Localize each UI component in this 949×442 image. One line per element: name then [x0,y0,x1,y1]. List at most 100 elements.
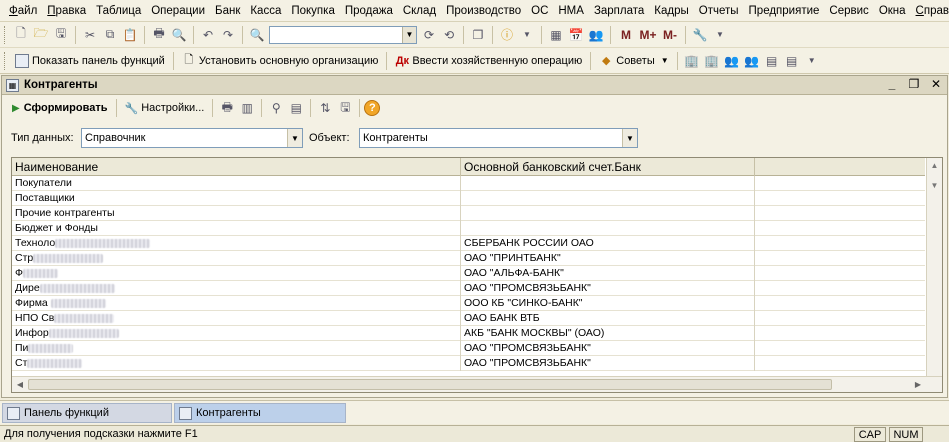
menu-item[interactable]: Сервис [824,5,873,17]
table-row[interactable]: Стр ОАО "ПРИНТБАНК" [12,251,925,266]
sort-icon[interactable]: ⇅ [315,98,335,118]
table-row[interactable]: Бюджет и Фонды [12,221,925,236]
menu-item[interactable]: Касса [245,5,286,17]
table-row[interactable]: Ф ОАО "АЛЬФА-БАНК" [12,266,925,281]
menu-item[interactable]: Справка [911,5,949,17]
menu-item[interactable]: Склад [398,5,441,17]
list-edit-icon[interactable]: ▤ [782,51,802,71]
settings-button[interactable]: 🔧 Настройки... [121,98,209,118]
report-icon[interactable]: ▥ [237,98,257,118]
filter-icon[interactable]: ⚲ [266,98,286,118]
table-row[interactable]: Техноло СБЕРБАНК РОССИИ ОАО [12,236,925,251]
calculator-icon[interactable]: ▦ [546,25,566,45]
table-row[interactable]: Ст ОАО "ПРОМСВЯЗЬБАНК" [12,356,925,371]
menu-item[interactable]: Кадры [649,5,693,17]
org-add-icon[interactable]: 🏢 [702,51,722,71]
close-button[interactable]: ✕ [929,77,943,91]
cut-icon[interactable]: ✂ [80,25,100,45]
menu-item[interactable]: Зарплата [589,5,649,17]
list-icon[interactable]: ▤ [762,51,782,71]
menu-item[interactable]: Банк [210,5,245,17]
menu-item[interactable]: Покупка [286,5,339,17]
find-prev-icon[interactable]: ⟲ [439,25,459,45]
print-icon[interactable]: 🖶 [149,25,169,45]
show-panel-button[interactable]: Показать панель функций [11,51,169,71]
info-icon[interactable]: ⓘ [497,25,517,45]
scroll-right-icon[interactable]: ▶ [910,377,926,392]
table-row[interactable]: Прочие контрагенты [12,206,925,221]
task-counterparties[interactable]: Контрагенты [174,403,346,423]
report-table[interactable]: Наименование Основной банковский счет.Ба… [11,157,943,393]
tools-icon[interactable]: 🔧 [690,25,710,45]
table-row[interactable]: Фирма ООО КБ "СИНКО-БАНК" [12,296,925,311]
set-org-button[interactable]: 🗋 Установить основную организацию [178,51,383,71]
menu-item[interactable]: НМА [553,5,589,17]
scroll-left-icon[interactable]: ◀ [12,377,28,392]
menu-item[interactable]: ОС [526,5,553,17]
minimize-button[interactable]: _ [885,77,899,91]
data-type-select[interactable]: Справочник ▼ [81,128,303,148]
column-header-name[interactable]: Наименование [12,158,461,176]
dropdown-arrow-icon[interactable]: ▼ [710,25,730,45]
table-row[interactable]: Поставщики [12,191,925,206]
window-title-bar[interactable]: ▦ Контрагенты _ ❐ ✕ [2,76,947,95]
menu-item[interactable]: Правка [42,5,91,17]
open-folder-icon[interactable]: 🗁 [31,25,51,45]
menu-item[interactable]: Производство [441,5,526,17]
memory-m-button[interactable]: M [615,25,637,45]
people-icon[interactable]: 👥 [722,51,742,71]
save-variant-icon[interactable]: 🖫 [335,98,355,118]
horizontal-scrollbar[interactable]: ◀ ▶ [12,376,942,392]
maximize-button[interactable]: ❐ [907,77,921,91]
table-icon[interactable]: ▤ [286,98,306,118]
object-select[interactable]: Контрагенты ▼ [359,128,638,148]
table-row[interactable]: НПО Св ОАО БАНК ВТБ [12,311,925,326]
table-row[interactable]: Инфор АКБ "БАНК МОСКВЫ" (ОАО) [12,326,925,341]
menu-item[interactable]: Файл [4,5,42,17]
enter-operation-button[interactable]: Дк Ввести хозяйственную операцию [391,51,586,71]
menu-item[interactable]: Таблица [91,5,146,17]
print-icon[interactable]: 🖶 [217,98,237,118]
help-icon[interactable]: ? [364,100,381,116]
table-row[interactable]: Пи ОАО "ПРОМСВЯЗЬБАНК" [12,341,925,356]
new-doc-icon[interactable]: 🗋 [11,25,31,45]
menu-item[interactable]: Окна [874,5,911,17]
save-icon[interactable]: 🖫 [51,25,71,45]
tips-button[interactable]: ◆ Советы ▼ [595,51,672,71]
search-icon[interactable]: 🔍 [247,25,267,45]
redo-icon[interactable]: ↷ [218,25,238,45]
toolbar-grip[interactable] [4,51,7,70]
table-row[interactable]: Покупатели [12,176,925,191]
memory-minus-button[interactable]: M- [659,25,681,45]
horizontal-scroll-thumb[interactable] [28,379,832,390]
menu-item[interactable]: Предприятие [744,5,825,17]
undo-icon[interactable]: ↶ [198,25,218,45]
chevron-down-icon[interactable]: ▼ [402,26,416,43]
calendar-icon[interactable]: 📅 [566,25,586,45]
chevron-down-icon[interactable]: ▼ [622,129,637,147]
search-combo[interactable]: ▼ [269,25,417,44]
memory-plus-button[interactable]: M+ [637,25,659,45]
menu-item[interactable]: Продажа [340,5,398,17]
users-icon[interactable]: 👥 [586,25,606,45]
vertical-scrollbar[interactable]: ▲ ▼ [926,158,942,376]
menu-item[interactable]: Операции [146,5,210,17]
windows-icon[interactable]: ❐ [468,25,488,45]
print-preview-icon[interactable]: 🔍 [169,25,189,45]
menu-item[interactable]: Отчеты [694,5,744,17]
org-icon[interactable]: 🏢 [682,51,702,71]
copy-icon[interactable]: ⧉ [100,25,120,45]
table-row[interactable]: Дире ОАО "ПРОМСВЯЗЬБАНК" [12,281,925,296]
chevron-down-icon[interactable]: ▼ [287,129,302,147]
toolbar-grip[interactable] [4,25,7,44]
scroll-down-icon[interactable]: ▼ [927,178,942,193]
paste-icon[interactable]: 📋 [120,25,140,45]
column-header-bank[interactable]: Основной банковский счет.Банк [461,158,755,176]
scroll-up-icon[interactable]: ▲ [927,158,942,173]
people-add-icon[interactable]: 👥 [742,51,762,71]
dropdown-arrow-icon[interactable]: ▼ [517,25,537,45]
dropdown-arrow-icon[interactable]: ▼ [802,51,822,71]
find-next-icon[interactable]: ⟳ [419,25,439,45]
generate-button[interactable]: ▶ Сформировать [8,98,112,118]
task-functions-panel[interactable]: Панель функций [2,403,172,423]
